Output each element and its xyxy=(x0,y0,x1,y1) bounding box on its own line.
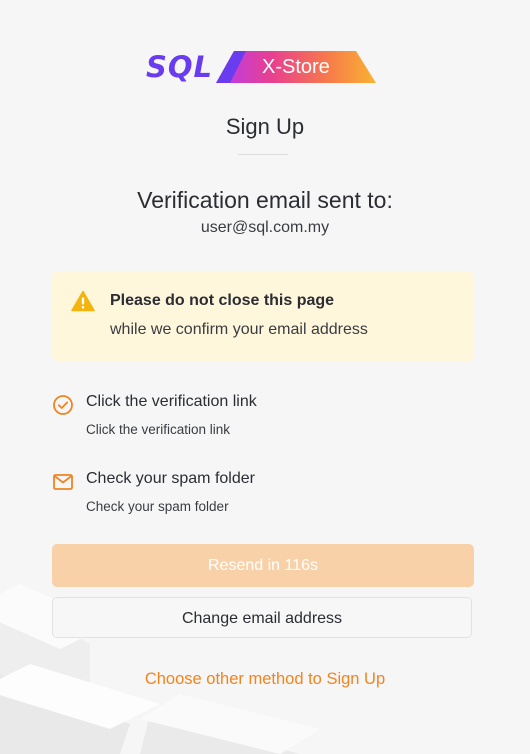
recipient-email: user@sql.com.my xyxy=(200,219,330,236)
warning-triangle-icon xyxy=(71,290,95,312)
title-divider xyxy=(238,154,288,155)
page-title: Sign Up xyxy=(225,114,305,139)
step-spam-folder: Check your spam folder Check your spam f… xyxy=(52,469,474,519)
warning-notice: Please do not close this page while we c… xyxy=(52,271,474,361)
change-email-button[interactable]: Change email address xyxy=(52,597,472,638)
brand-logo: SQL X-Store xyxy=(146,50,376,84)
signup-verification-card: SQL X-Store Sign Up Verification email s… xyxy=(0,0,530,754)
verification-heading: Verification email sent to: xyxy=(137,187,393,213)
step-verification-link: Click the verification link Click the ve… xyxy=(52,392,474,442)
step-subtitle: Check your spam folder xyxy=(86,499,229,514)
warning-title: Please do not close this page xyxy=(110,292,335,309)
step-subtitle: Click the verification link xyxy=(86,422,231,437)
mail-icon xyxy=(53,474,73,490)
step-title: Click the verification link xyxy=(86,393,257,410)
warning-text: while we confirm your email address xyxy=(110,321,368,338)
logo-product-label: X-Store xyxy=(262,56,330,78)
resend-email-button[interactable]: Resend in 116s xyxy=(52,544,474,587)
step-title: Check your spam folder xyxy=(86,470,255,487)
check-circle-icon xyxy=(53,395,73,415)
logo-sql-text: SQL xyxy=(146,50,214,84)
other-signup-method-link[interactable]: Choose other method to Sign Up xyxy=(0,670,530,689)
